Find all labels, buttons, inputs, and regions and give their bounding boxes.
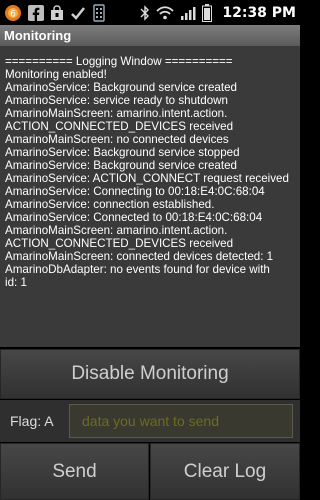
clear-log-button[interactable]: Clear Log: [150, 443, 300, 500]
page-title: Monitoring: [4, 28, 72, 43]
log-line: AmarinoService: Background service creat…: [5, 159, 237, 172]
disable-monitoring-button[interactable]: Disable Monitoring: [0, 349, 300, 399]
log-lines: ========== Logging Window ========== Moni…: [0, 47, 300, 289]
battery-icon: [202, 3, 213, 22]
send-button[interactable]: Send: [0, 443, 149, 500]
log-line: AmarinoMainScreen: amarino.intent.action…: [5, 224, 228, 237]
clock: 12:38 PM: [222, 4, 296, 21]
log-line: Monitoring enabled!: [5, 68, 107, 81]
log-line: AmarinoMainScreen: amarino.intent.action…: [5, 107, 228, 120]
log-line: ========== Logging Window ==========: [5, 55, 233, 68]
log-line: AmarinoMainScreen: no connected devices: [5, 133, 229, 146]
wifi-icon: [156, 5, 174, 20]
title-bar: Monitoring: [0, 25, 300, 47]
check-icon: [70, 5, 86, 21]
signal-icon: [180, 6, 196, 20]
log-line: AmarinoService: Background service stopp…: [5, 146, 240, 159]
log-line: id: 1: [5, 276, 27, 289]
log-line: ACTION_CONNECTED_DEVICES received: [5, 237, 234, 250]
log-line: AmarinoDbAdapter: no events found for de…: [5, 263, 270, 276]
data-input[interactable]: [69, 404, 293, 438]
log-line: AmarinoService: connection established.: [5, 198, 215, 211]
firefox-notification-icon: 6: [4, 4, 22, 22]
facebook-icon: [28, 4, 44, 21]
log-line: AmarinoService: Connecting to 00:18:E4:0…: [5, 185, 265, 198]
log-line: AmarinoService: Connected to 00:18:E4:0C…: [5, 211, 263, 224]
log-window[interactable]: ========== Logging Window ========== Moni…: [0, 47, 300, 347]
flag-row: Flag: A: [0, 400, 300, 442]
log-line: ACTION_CONNECTED_DEVICES received: [5, 120, 234, 133]
log-line: AmarinoService: ACTION_CONNECT request r…: [5, 172, 289, 185]
log-line: AmarinoService: service ready to shutdow…: [5, 94, 228, 107]
shopping-bag-icon: [50, 4, 64, 21]
usb-icon: [92, 3, 106, 22]
notification-count: 6: [10, 9, 16, 19]
log-line: AmarinoService: Background service creat…: [5, 81, 237, 94]
status-bar: 6 12:38 PM: [0, 0, 300, 25]
bluetooth-icon: [140, 4, 150, 21]
flag-label: Flag: A: [10, 413, 54, 429]
log-line: AmarinoMainScreen: connected devices det…: [5, 250, 274, 263]
